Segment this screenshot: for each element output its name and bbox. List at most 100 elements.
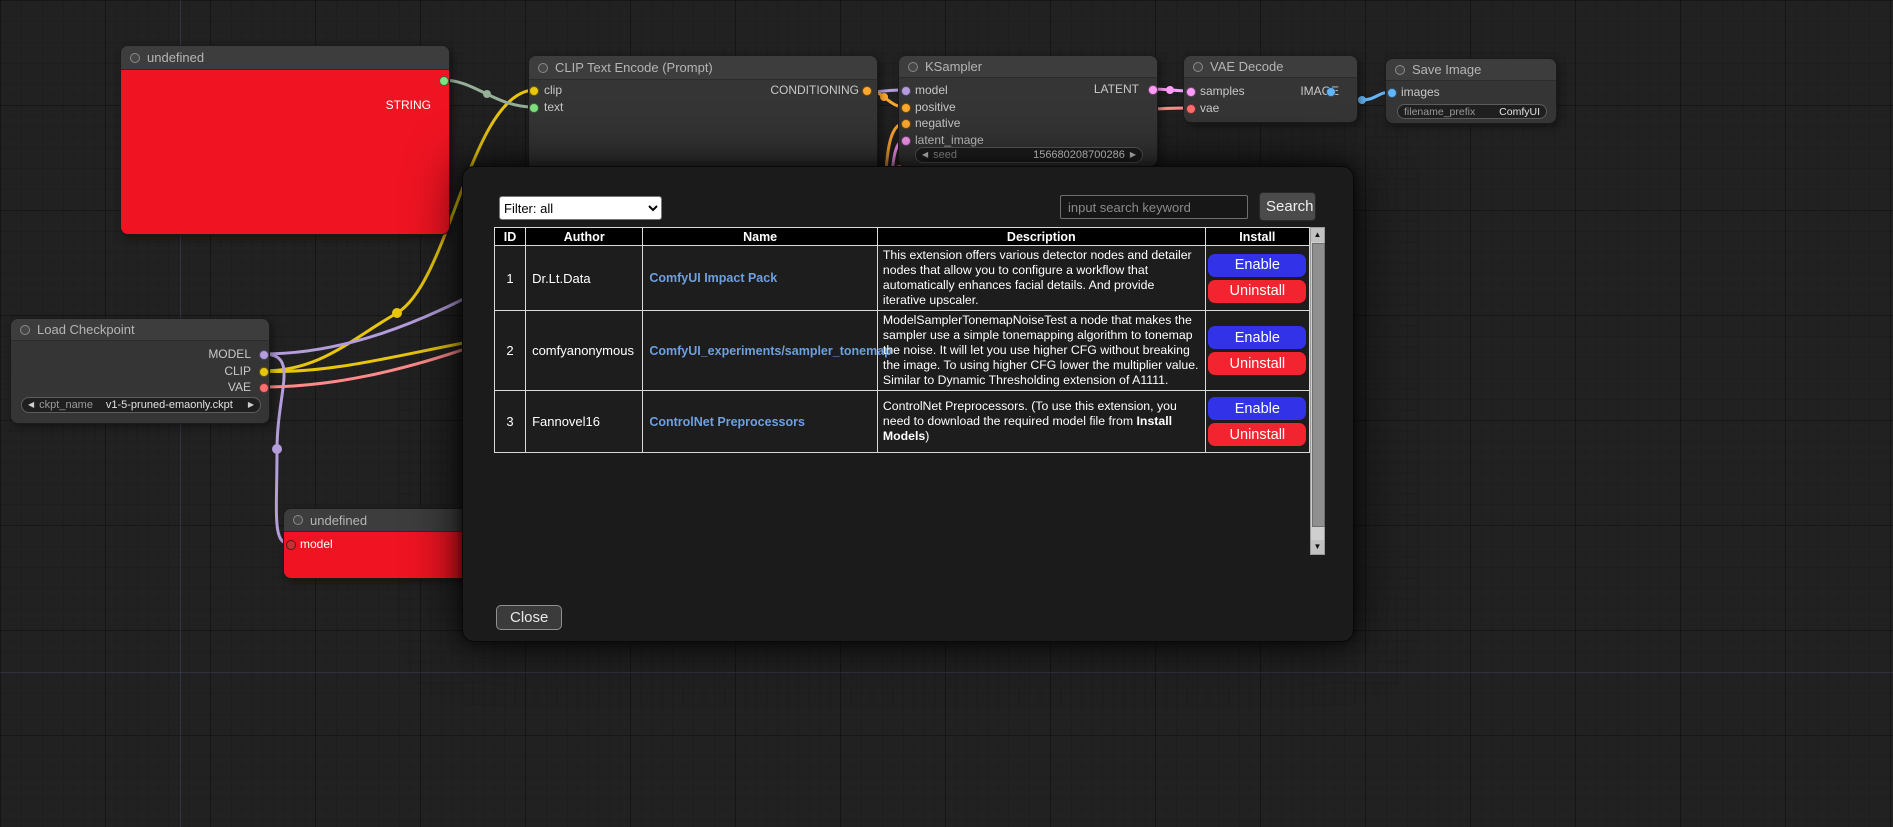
uninstall-button[interactable]: Uninstall bbox=[1208, 352, 1306, 375]
positive-input-slot[interactable] bbox=[901, 103, 911, 113]
slot-label: vae bbox=[1200, 101, 1219, 115]
node-header[interactable]: undefined bbox=[121, 46, 449, 70]
string-output-slot[interactable] bbox=[439, 76, 449, 86]
extension-author: comfyanonymous bbox=[526, 311, 643, 391]
link-midpoint-dot[interactable] bbox=[483, 90, 491, 98]
images-input-slot[interactable] bbox=[1387, 88, 1397, 98]
vae-input-slot[interactable] bbox=[1186, 104, 1196, 114]
extension-name-cell: ComfyUI Impact Pack bbox=[643, 246, 878, 311]
extension-install-cell: Enable Uninstall bbox=[1205, 311, 1309, 391]
collapse-dot-icon[interactable] bbox=[1395, 65, 1405, 75]
node-canvas[interactable]: undefined STRING CLIP Text Encode (Promp… bbox=[0, 0, 1893, 827]
scrollbar-thumb[interactable] bbox=[1312, 243, 1325, 527]
samples-input-slot[interactable] bbox=[1186, 87, 1196, 97]
link-midpoint-dot[interactable] bbox=[880, 93, 888, 101]
extension-id: 2 bbox=[495, 311, 526, 391]
link-midpoint-dot[interactable] bbox=[1358, 96, 1366, 104]
scroll-up-icon[interactable]: ▲ bbox=[1311, 228, 1324, 242]
node-header[interactable]: VAE Decode bbox=[1184, 56, 1357, 78]
search-button[interactable]: Search bbox=[1259, 192, 1316, 221]
error-node-body bbox=[121, 70, 449, 234]
column-header-description: Description bbox=[877, 228, 1205, 246]
collapse-dot-icon[interactable] bbox=[538, 63, 548, 73]
uninstall-button[interactable]: Uninstall bbox=[1208, 423, 1306, 446]
decrement-arrow-icon[interactable]: ◀ bbox=[922, 151, 928, 159]
search-input[interactable] bbox=[1060, 195, 1248, 219]
vae-output-slot[interactable] bbox=[259, 383, 269, 393]
increment-arrow-icon[interactable]: ▶ bbox=[248, 401, 254, 409]
extension-name-link[interactable]: ComfyUI Impact Pack bbox=[649, 271, 777, 285]
extensions-table-body: 1Dr.Lt.DataComfyUI Impact PackThis exten… bbox=[495, 246, 1310, 453]
table-scrollbar[interactable]: ▲ ▼ bbox=[1310, 227, 1325, 555]
extension-name-cell: ComfyUI_experiments/sampler_tonemap bbox=[643, 311, 878, 391]
collapse-dot-icon[interactable] bbox=[130, 53, 140, 63]
node-header[interactable]: Save Image bbox=[1386, 59, 1556, 81]
clip-output-slot[interactable] bbox=[259, 367, 269, 377]
slot-label: LATENT bbox=[1094, 82, 1139, 96]
node-ksampler[interactable]: KSampler model positive negative latent_… bbox=[898, 55, 1158, 167]
widget-label: seed bbox=[933, 149, 957, 161]
negative-input-slot[interactable] bbox=[901, 119, 911, 129]
extension-id: 1 bbox=[495, 246, 526, 311]
increment-arrow-icon[interactable]: ▶ bbox=[1130, 151, 1136, 159]
collapse-dot-icon[interactable] bbox=[908, 62, 918, 72]
decrement-arrow-icon[interactable]: ◀ bbox=[28, 401, 34, 409]
extension-row: 3Fannovel16 ControlNet Preprocessors Contr… bbox=[495, 391, 1310, 453]
slot-label: samples bbox=[1200, 84, 1245, 98]
table-header-row: ID Author Name Description Install bbox=[495, 228, 1310, 246]
extension-install-cell: Enable Uninstall bbox=[1205, 391, 1309, 453]
extension-description: ControlNet Preprocessors. (To use this e… bbox=[877, 391, 1205, 453]
enable-button[interactable]: Enable bbox=[1208, 397, 1306, 420]
ckpt-name-widget[interactable]: ◀ ckpt_name v1-5-pruned-emaonly.ckpt ▶ bbox=[21, 397, 261, 413]
extension-install-cell: Enable Uninstall bbox=[1205, 246, 1309, 311]
custom-nodes-manager-dialog: Filter: all Search ID Author Name Descri… bbox=[462, 166, 1354, 642]
slot-label: model bbox=[300, 537, 333, 551]
link-midpoint-dot[interactable] bbox=[1166, 86, 1174, 94]
conditioning-output-slot[interactable] bbox=[862, 86, 872, 96]
image-output-slot[interactable] bbox=[1326, 87, 1336, 97]
wire-clip-hidden bbox=[263, 340, 480, 371]
uninstall-button[interactable]: Uninstall bbox=[1208, 280, 1306, 303]
extension-name-link[interactable]: ComfyUI_experiments/sampler_tonemap bbox=[649, 344, 891, 358]
link-midpoint-dot[interactable] bbox=[392, 308, 402, 318]
node-title: undefined bbox=[147, 50, 204, 65]
model-input-slot[interactable] bbox=[286, 540, 296, 550]
collapse-dot-icon[interactable] bbox=[1193, 62, 1203, 72]
extension-author: Dr.Lt.Data bbox=[526, 246, 643, 311]
extension-author: Fannovel16 bbox=[526, 391, 643, 453]
node-header[interactable]: Load Checkpoint bbox=[11, 319, 269, 341]
model-input-slot[interactable] bbox=[901, 86, 911, 96]
slot-label: model bbox=[915, 83, 948, 97]
node-header[interactable]: KSampler bbox=[899, 56, 1157, 78]
node-title: Save Image bbox=[1412, 62, 1481, 77]
scroll-down-icon[interactable]: ▼ bbox=[1311, 540, 1324, 554]
extension-row: 1Dr.Lt.DataComfyUI Impact PackThis exten… bbox=[495, 246, 1310, 311]
column-header-author: Author bbox=[526, 228, 643, 246]
node-title: Load Checkpoint bbox=[37, 322, 135, 337]
extension-name-link[interactable]: ControlNet Preprocessors bbox=[649, 415, 805, 429]
enable-button[interactable]: Enable bbox=[1208, 254, 1306, 277]
node-undefined-top[interactable]: undefined STRING bbox=[120, 45, 450, 235]
slot-label: text bbox=[544, 100, 563, 114]
node-load-checkpoint[interactable]: Load Checkpoint MODEL CLIP VAE ◀ ckpt_na… bbox=[10, 318, 270, 424]
filter-dropdown[interactable]: Filter: all bbox=[499, 196, 662, 220]
filename-prefix-widget[interactable]: filename_prefix ComfyUI bbox=[1397, 104, 1547, 119]
extension-id: 3 bbox=[495, 391, 526, 453]
link-midpoint-dot[interactable] bbox=[272, 444, 282, 454]
text-input-slot[interactable] bbox=[529, 103, 539, 113]
node-header[interactable]: CLIP Text Encode (Prompt) bbox=[529, 56, 877, 80]
collapse-dot-icon[interactable] bbox=[20, 325, 30, 335]
slot-label: positive bbox=[915, 100, 956, 114]
slot-label: images bbox=[1401, 85, 1440, 99]
model-output-slot[interactable] bbox=[259, 350, 269, 360]
seed-widget[interactable]: ◀ seed 156680208700286 ▶ bbox=[915, 147, 1143, 163]
grid-axis-horizontal bbox=[0, 672, 1893, 673]
close-button[interactable]: Close bbox=[496, 605, 562, 630]
collapse-dot-icon[interactable] bbox=[293, 515, 303, 525]
latent-output-slot[interactable] bbox=[1148, 85, 1158, 95]
node-save-image[interactable]: Save Image images filename_prefix ComfyU… bbox=[1385, 58, 1557, 124]
enable-button[interactable]: Enable bbox=[1208, 326, 1306, 349]
clip-input-slot[interactable] bbox=[529, 86, 539, 96]
latent-image-input-slot[interactable] bbox=[901, 136, 911, 146]
node-vae-decode[interactable]: VAE Decode samples vae IMAGE bbox=[1183, 55, 1358, 123]
